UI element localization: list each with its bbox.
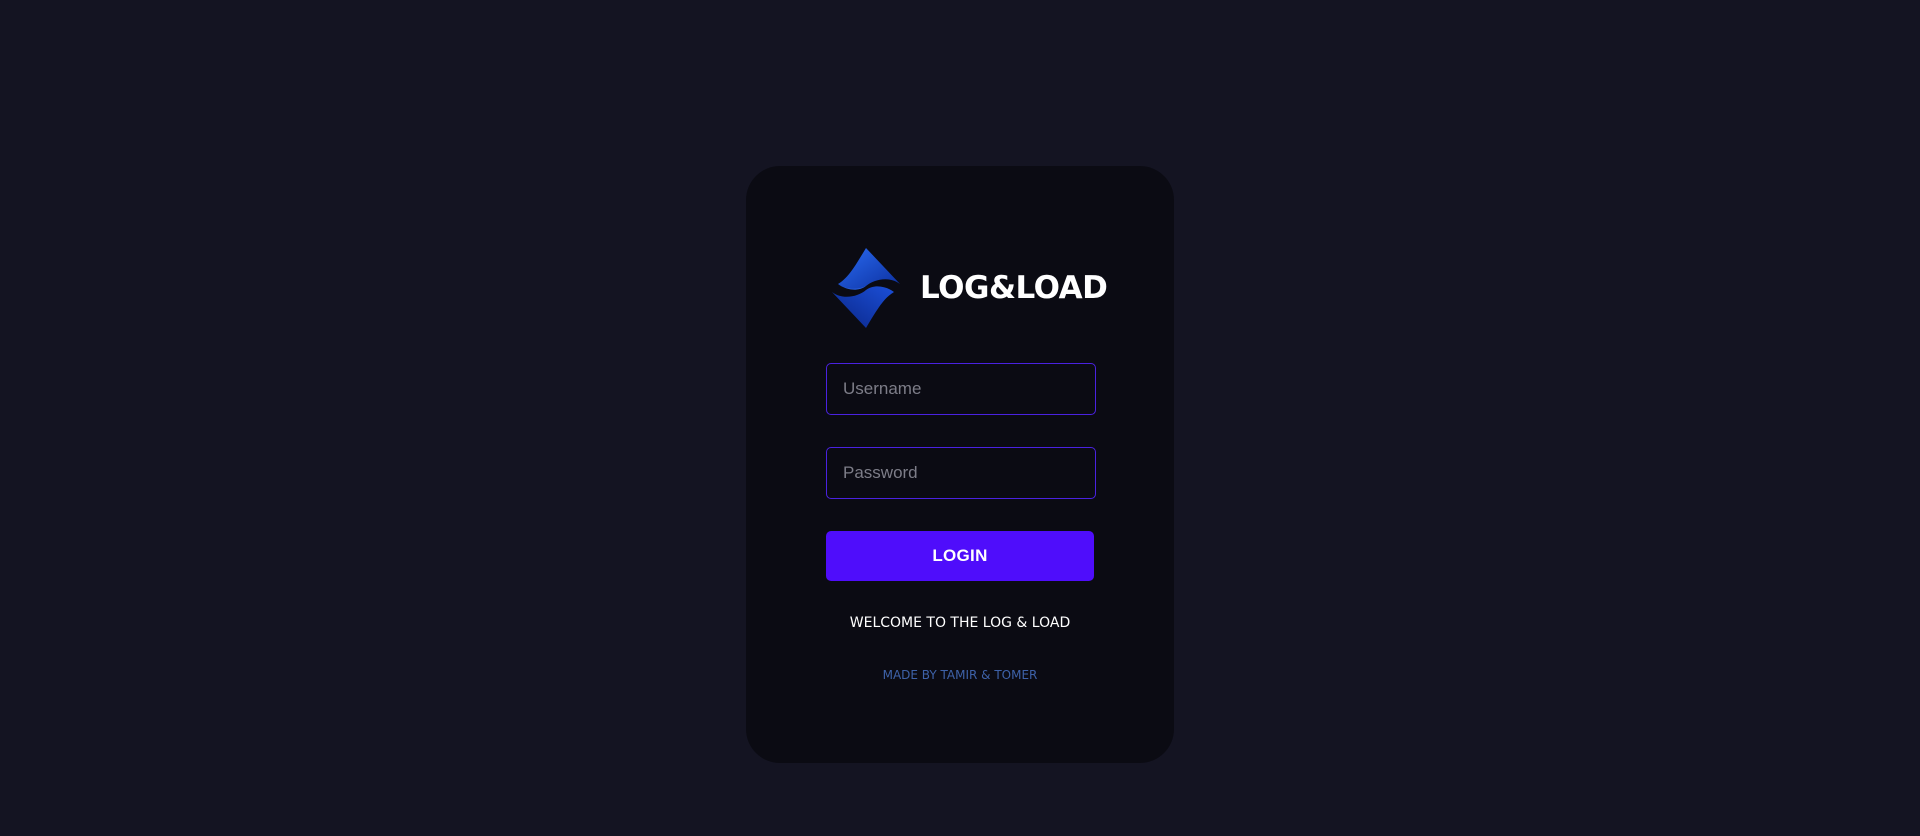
password-input[interactable]	[826, 447, 1096, 499]
login-card: LOG&LOAD LOGIN WELCOME TO THE LOG & LOAD…	[746, 166, 1174, 763]
welcome-message: WELCOME TO THE LOG & LOAD	[849, 615, 1071, 631]
username-input[interactable]	[826, 363, 1096, 415]
login-page: LOG&LOAD LOGIN WELCOME TO THE LOG & LOAD…	[0, 0, 1920, 836]
credits-text: MADE BY TAMIR & TOMER	[882, 668, 1038, 682]
brand-header: LOG&LOAD	[828, 246, 1108, 330]
login-button[interactable]: LOGIN	[826, 531, 1094, 581]
brand-name: LOG&LOAD	[920, 270, 1108, 306]
brand-logo-icon	[832, 248, 900, 328]
